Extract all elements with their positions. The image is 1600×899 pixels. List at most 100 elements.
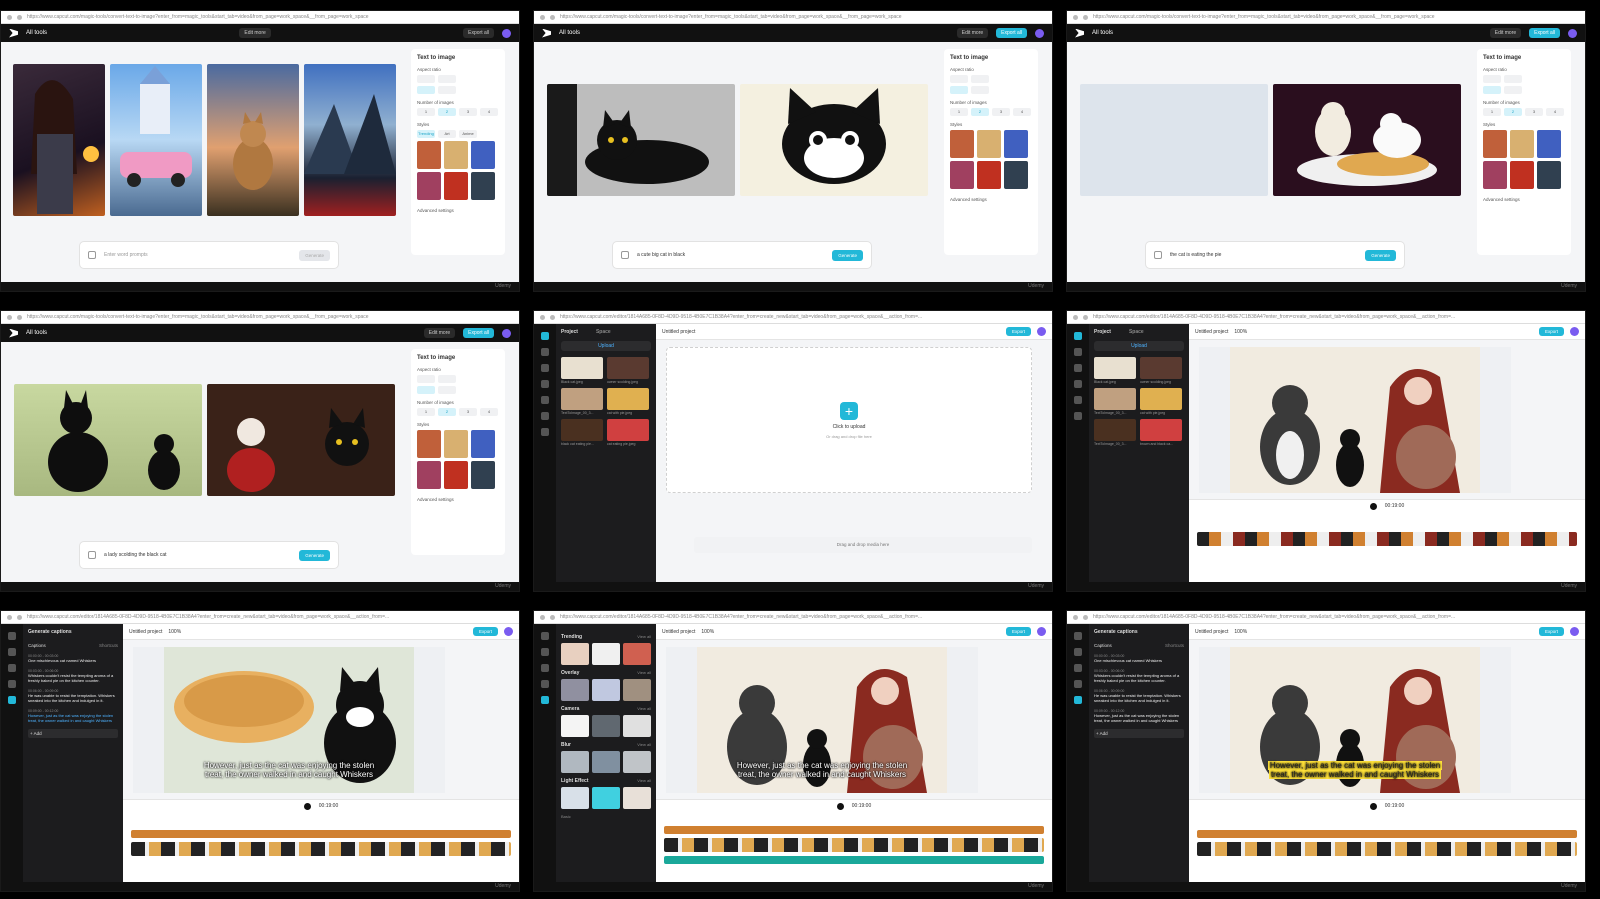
count-4[interactable]: 4 bbox=[480, 108, 498, 116]
captions-icon[interactable] bbox=[8, 696, 16, 704]
browser-address-bar[interactable]: https://www.capcut.com/magic-tools/conve… bbox=[1, 11, 519, 24]
media-item[interactable]: cat with pie.jpeg bbox=[607, 388, 649, 415]
image-cats-eating-pie[interactable] bbox=[1273, 84, 1461, 196]
audio-icon[interactable] bbox=[1074, 680, 1082, 688]
caption-track[interactable] bbox=[131, 830, 511, 838]
effect-tile[interactable] bbox=[623, 787, 651, 809]
templates-icon[interactable] bbox=[8, 648, 16, 656]
generate-button[interactable]: Generate bbox=[1365, 249, 1396, 261]
ratio-wide[interactable] bbox=[438, 86, 456, 94]
count-3[interactable]: 3 bbox=[1525, 108, 1543, 116]
media-icon[interactable] bbox=[541, 632, 549, 640]
effect-tile[interactable] bbox=[592, 787, 620, 809]
effect-tile[interactable] bbox=[561, 679, 589, 701]
subtitle-overlay[interactable]: However, just as the cat was enjoying th… bbox=[164, 761, 414, 779]
all-tools-link[interactable]: All tools bbox=[1092, 30, 1113, 36]
caption-entry[interactable]: 00:00:00 - 00:03:00 One mischievous cat n… bbox=[28, 654, 118, 663]
media-item[interactable]: TextToImage_00_3... bbox=[1094, 419, 1136, 446]
image-cartoon-black-cat[interactable] bbox=[740, 84, 928, 196]
advanced-settings[interactable]: Advanced settings bbox=[950, 197, 1032, 202]
media-item[interactable]: cat eating pie.jpeg bbox=[607, 419, 649, 446]
audio-icon[interactable] bbox=[541, 380, 549, 388]
style-tile[interactable] bbox=[1483, 130, 1507, 158]
count-1[interactable]: 1 bbox=[417, 108, 435, 116]
view-all-link[interactable]: View all bbox=[637, 670, 651, 676]
generate-button[interactable]: Generate bbox=[832, 249, 863, 261]
style-tile[interactable] bbox=[444, 172, 468, 200]
audio-icon[interactable] bbox=[8, 680, 16, 688]
elements-icon[interactable] bbox=[541, 664, 549, 672]
avatar[interactable] bbox=[502, 328, 511, 338]
style-tile[interactable] bbox=[1004, 161, 1028, 189]
edit-more-button[interactable]: Edit more bbox=[956, 28, 989, 38]
video-track[interactable] bbox=[1197, 842, 1577, 856]
image-lady-scolding-cat[interactable] bbox=[207, 384, 395, 496]
effect-tile[interactable] bbox=[561, 751, 589, 773]
style-tile[interactable] bbox=[977, 130, 1001, 158]
browser-address-bar[interactable]: https://www.capcut.com/editor/1814A685-0… bbox=[534, 311, 1052, 324]
image-mountain-valley[interactable] bbox=[304, 64, 396, 216]
image-prompt-icon[interactable] bbox=[621, 251, 629, 259]
effect-tile[interactable] bbox=[592, 679, 620, 701]
browser-address-bar[interactable]: https://www.capcut.com/magic-tools/conve… bbox=[1, 311, 519, 324]
image-black-cat-lying[interactable] bbox=[547, 84, 735, 196]
video-track[interactable] bbox=[664, 838, 1044, 852]
media-item[interactable]: Black cat.jpeg bbox=[561, 357, 603, 384]
avatar[interactable] bbox=[1570, 327, 1579, 336]
media-item[interactable]: owner scolding.jpeg bbox=[607, 357, 649, 384]
effect-tile[interactable] bbox=[592, 643, 620, 665]
edit-more-button[interactable]: Edit more bbox=[239, 28, 271, 38]
style-tile[interactable] bbox=[1537, 161, 1561, 189]
image-cat-sunset[interactable] bbox=[207, 64, 299, 216]
timeline-drop-hint[interactable]: Drag and drop media here bbox=[694, 537, 1032, 553]
count-2[interactable]: 2 bbox=[971, 108, 989, 116]
style-tile[interactable] bbox=[471, 141, 495, 169]
avatar[interactable] bbox=[1570, 627, 1579, 636]
style-tile[interactable] bbox=[950, 130, 974, 158]
elements-icon[interactable] bbox=[1074, 364, 1082, 372]
tab-space[interactable]: Space bbox=[596, 329, 611, 335]
templates-icon[interactable] bbox=[541, 648, 549, 656]
all-tools-link[interactable]: All tools bbox=[26, 330, 47, 336]
tab-shortcuts[interactable]: Shortcuts bbox=[99, 643, 118, 648]
plus-icon[interactable]: + bbox=[840, 401, 858, 420]
media-item[interactable]: cat with pie.jpeg bbox=[1140, 388, 1182, 415]
effect-tile[interactable] bbox=[592, 715, 620, 737]
upload-dropzone[interactable]: + Click to upload Or drag and drop file … bbox=[666, 347, 1032, 493]
subtitle-overlay[interactable]: However, just as the cat was enjoying th… bbox=[697, 761, 947, 779]
media-icon[interactable] bbox=[541, 332, 549, 340]
image-prompt-icon[interactable] bbox=[1154, 251, 1162, 259]
media-icon[interactable] bbox=[1074, 632, 1082, 640]
caption-entry[interactable]: 00:03:00 - 00:06:00 Whiskers couldn't res… bbox=[28, 669, 118, 683]
export-all-button[interactable]: Export all bbox=[996, 28, 1027, 38]
generate-button[interactable]: Generate bbox=[299, 249, 330, 261]
tab-shortcuts[interactable]: Shortcuts bbox=[1165, 643, 1184, 648]
captions-icon[interactable] bbox=[1074, 696, 1082, 704]
add-caption-button[interactable]: + Add bbox=[28, 729, 118, 738]
avatar[interactable] bbox=[1037, 327, 1046, 336]
templates-icon[interactable] bbox=[541, 348, 549, 356]
project-name[interactable]: Untitled project bbox=[662, 629, 695, 635]
prompt-input-box[interactable]: a lady scolding the black cat Generate bbox=[79, 541, 339, 569]
export-button[interactable]: Export bbox=[1005, 327, 1031, 336]
play-icon[interactable] bbox=[303, 802, 311, 810]
ratio-square[interactable] bbox=[417, 375, 435, 383]
image-prompt-icon[interactable] bbox=[88, 551, 96, 559]
all-tools-link[interactable]: All tools bbox=[559, 30, 580, 36]
ratio-wide[interactable] bbox=[971, 86, 989, 94]
caption-track[interactable] bbox=[664, 826, 1044, 834]
project-name[interactable]: Untitled project bbox=[129, 629, 162, 635]
edit-more-button[interactable]: Edit more bbox=[423, 328, 456, 338]
style-tile[interactable] bbox=[444, 430, 468, 458]
elements-icon[interactable] bbox=[1074, 664, 1082, 672]
ratio-square[interactable] bbox=[950, 75, 968, 83]
count-1[interactable]: 1 bbox=[950, 108, 968, 116]
style-tab-anime[interactable]: Anime bbox=[459, 130, 477, 138]
style-tile[interactable] bbox=[417, 141, 441, 169]
browser-address-bar[interactable]: https://www.capcut.com/magic-tools/conve… bbox=[1067, 11, 1585, 24]
caption-entry[interactable]: 00:06:00 - 00:09:00 He was unable to resi… bbox=[1094, 689, 1184, 703]
captions-icon[interactable] bbox=[1074, 412, 1082, 420]
advanced-settings[interactable]: Advanced settings bbox=[1483, 197, 1565, 202]
style-tile[interactable] bbox=[1537, 130, 1561, 158]
zoom-level[interactable]: 100% bbox=[168, 629, 181, 635]
